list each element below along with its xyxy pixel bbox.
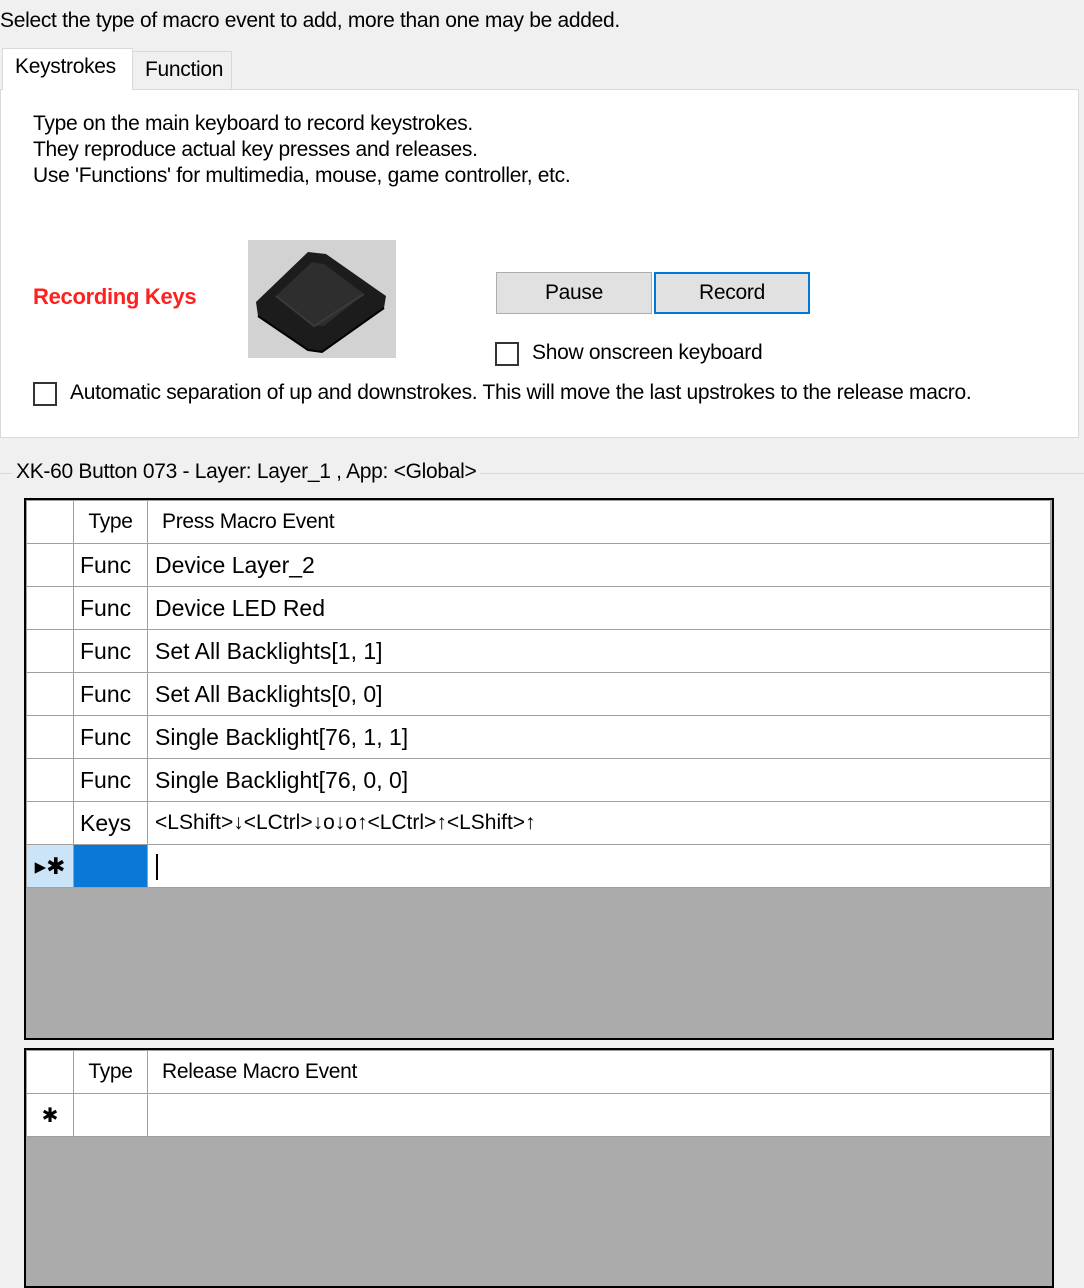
type-cell-selected[interactable] — [73, 844, 148, 888]
record-button[interactable]: Record — [654, 272, 810, 314]
group-box-title: XK-60 Button 073 - Layer: Layer_1 , App:… — [12, 460, 481, 484]
table-row[interactable]: Func Device Layer_2 — [26, 543, 1051, 587]
type-cell[interactable]: Func — [73, 543, 148, 587]
show-keyboard-label: Show onscreen keyboard — [532, 341, 763, 364]
row-header[interactable] — [26, 543, 74, 587]
event-cell[interactable]: Device Layer_2 — [147, 543, 1051, 587]
recording-keys-label: Recording Keys — [33, 284, 197, 309]
table-row[interactable]: Func Device LED Red — [26, 586, 1051, 630]
description-line-1: Type on the main keyboard to record keys… — [33, 112, 473, 135]
row-header[interactable] — [26, 629, 74, 673]
event-cell[interactable]: Single Backlight[76, 0, 0] — [147, 758, 1051, 802]
type-cell[interactable]: Func — [73, 758, 148, 802]
event-cell[interactable]: <LShift>↓<LCtrl>↓o↓o↑<LCtrl>↑<LShift>↑ — [147, 801, 1051, 845]
type-cell[interactable] — [73, 1093, 148, 1137]
release-grid-header-row: Type Release Macro Event — [26, 1050, 1051, 1094]
auto-separation-checkbox[interactable] — [33, 382, 57, 406]
press-grid-header-row: Type Press Macro Event — [26, 500, 1051, 544]
auto-separation-label: Automatic separation of up and downstrok… — [70, 381, 972, 404]
new-row-marker-icon[interactable]: ✱ — [26, 1093, 74, 1137]
description-line-3: Use 'Functions' for multimedia, mouse, g… — [33, 164, 571, 187]
type-cell[interactable]: Func — [73, 586, 148, 630]
description-line-2: They reproduce actual key presses and re… — [33, 138, 478, 161]
column-header-release-event[interactable]: Release Macro Event — [147, 1050, 1051, 1094]
current-new-row-marker-icon[interactable]: ▸✱ — [26, 844, 74, 888]
pause-button[interactable]: Pause — [496, 272, 652, 314]
event-cell[interactable]: Set All Backlights[0, 0] — [147, 672, 1051, 716]
row-header[interactable] — [26, 801, 74, 845]
column-header-type[interactable]: Type — [73, 500, 148, 544]
text-caret — [156, 853, 158, 880]
table-row[interactable]: Func Single Backlight[76, 0, 0] — [26, 758, 1051, 802]
column-header-press-event[interactable]: Press Macro Event — [147, 500, 1051, 544]
event-cell[interactable]: Device LED Red — [147, 586, 1051, 630]
event-cell[interactable]: Single Backlight[76, 1, 1] — [147, 715, 1051, 759]
tab-keystrokes[interactable]: Keystrokes — [2, 48, 133, 90]
table-row[interactable]: Func Set All Backlights[1, 1] — [26, 629, 1051, 673]
row-header[interactable] — [26, 758, 74, 802]
keycap-icon — [248, 240, 396, 358]
new-row[interactable]: ▸✱ — [26, 844, 1051, 888]
event-cell[interactable] — [147, 1093, 1051, 1137]
new-row[interactable]: ✱ — [26, 1093, 1051, 1137]
column-header-type[interactable]: Type — [73, 1050, 148, 1094]
row-header[interactable] — [26, 672, 74, 716]
type-cell[interactable]: Keys — [73, 801, 148, 845]
type-cell[interactable]: Func — [73, 629, 148, 673]
row-header-corner — [26, 1050, 74, 1094]
row-header[interactable] — [26, 586, 74, 630]
tab-function[interactable]: Function — [132, 51, 232, 89]
table-row[interactable]: Func Single Backlight[76, 1, 1] — [26, 715, 1051, 759]
instruction-text: Select the type of macro event to add, m… — [0, 9, 620, 32]
press-macro-grid[interactable]: Type Press Macro Event Func Device Layer… — [24, 498, 1054, 1040]
event-cell[interactable]: Set All Backlights[1, 1] — [147, 629, 1051, 673]
type-cell[interactable]: Func — [73, 672, 148, 716]
type-cell[interactable]: Func — [73, 715, 148, 759]
show-keyboard-checkbox[interactable] — [495, 342, 519, 366]
release-macro-grid[interactable]: Type Release Macro Event ✱ — [24, 1048, 1054, 1288]
table-row[interactable]: Keys <LShift>↓<LCtrl>↓o↓o↑<LCtrl>↑<LShif… — [26, 801, 1051, 845]
event-cell-editing[interactable] — [147, 844, 1051, 888]
row-header-corner — [26, 500, 74, 544]
table-row[interactable]: Func Set All Backlights[0, 0] — [26, 672, 1051, 716]
row-header[interactable] — [26, 715, 74, 759]
